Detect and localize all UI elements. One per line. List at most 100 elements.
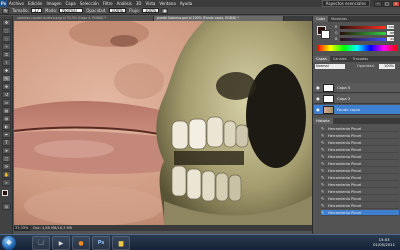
foreground-color-swatch[interactable] (2, 190, 8, 196)
tab-channels[interactable]: Canales (330, 56, 350, 62)
color-ramp[interactable] (317, 45, 397, 51)
history-row[interactable]: ✎ Herramienta Pincel (321, 161, 399, 167)
path-selection-tool-icon[interactable]: ➤ (2, 147, 11, 154)
green-track[interactable] (340, 31, 386, 35)
system-clock[interactable]: 15:03 01/05/2011 (373, 237, 395, 247)
lasso-tool-icon[interactable]: ◌ (2, 35, 11, 42)
menu-item[interactable]: Archivo (7, 0, 26, 7)
history-row[interactable]: ✎ Herramienta Pincel (321, 175, 399, 181)
brush-icon: ✎ (321, 203, 325, 208)
close-button[interactable]: × (392, 0, 400, 7)
red-value[interactable]: 246 (387, 25, 394, 29)
menu-item[interactable]: Ayuda (178, 0, 194, 7)
magic-wand-tool-icon[interactable]: ✧ (2, 43, 11, 50)
healing-tool-icon[interactable]: ✚ (2, 67, 11, 74)
blur-tool-icon[interactable]: ◍ (2, 115, 11, 122)
visibility-eye-icon[interactable]: ● (315, 107, 321, 113)
menu-item[interactable]: Ventana (157, 0, 177, 7)
hand-tool-icon[interactable]: ✋ (2, 171, 11, 178)
start-button[interactable]: ❖ (2, 236, 16, 250)
eraser-tool-icon[interactable]: ▭ (2, 99, 11, 106)
folder-icon[interactable]: ▆ (112, 236, 130, 250)
brush-icon: ✎ (321, 196, 325, 201)
flow-field[interactable]: 100% (141, 8, 160, 13)
brush-tool-icon[interactable]: ✎ (2, 75, 11, 82)
brush-icon: ✎ (321, 161, 325, 166)
tab-swatches[interactable]: Muestras (328, 16, 350, 22)
clone-stamp-tool-icon[interactable]: ⎈ (2, 83, 11, 90)
layer-opacity-field[interactable]: 100% (379, 64, 395, 69)
bg-color-chip[interactable] (321, 30, 330, 39)
dodge-tool-icon[interactable]: ◐ (2, 123, 11, 130)
history-row[interactable]: ✎ Herramienta Pincel (321, 154, 399, 160)
history-label: Herramienta Pincel (328, 175, 362, 180)
photoshop-icon[interactable]: Ps (92, 236, 110, 250)
marquee-tool-icon[interactable]: ⬚ (2, 27, 11, 34)
menu-item[interactable]: Análisis (115, 0, 134, 7)
menu-item[interactable]: Capa (64, 0, 78, 7)
mode-select[interactable]: Normal (59, 8, 84, 13)
history-row[interactable]: ✎ Herramienta Pincel (321, 182, 399, 188)
history-row[interactable]: ✎ Herramienta Pincel (321, 203, 399, 209)
size-field[interactable]: 17 (30, 8, 43, 13)
minimize-button[interactable]: – (374, 0, 382, 7)
history-row[interactable]: ✎ Herramienta Pincel (321, 133, 399, 139)
eyedropper-tool-icon[interactable]: ⌇ (2, 59, 11, 66)
type-tool-icon[interactable]: T (2, 139, 11, 146)
explorer-icon[interactable]: 🗔 (32, 236, 50, 250)
tab-history[interactable]: Historia (313, 118, 333, 124)
opacity-field[interactable]: 100% (108, 8, 127, 13)
menu-item[interactable]: Vista (143, 0, 157, 7)
zoom-tool-icon[interactable]: ⌕ (2, 179, 11, 186)
history-row[interactable]: ✎ Herramienta Pincel (321, 189, 399, 195)
blend-mode-select[interactable]: Normal (315, 64, 345, 69)
workspace-switcher[interactable]: Aspectos esenciales (321, 0, 370, 7)
pen-tool-icon[interactable]: ✒ (2, 131, 11, 138)
media-player-icon[interactable]: ▶ (52, 236, 70, 250)
history-row[interactable]: ✎ Herramienta Pincel (321, 210, 399, 216)
history-row[interactable]: ✎ Herramienta Pincel (321, 147, 399, 153)
history-label: Herramienta Pincel (328, 140, 362, 145)
move-tool-icon[interactable]: ✥ (2, 19, 11, 26)
color-panel-header: Color Muestras (313, 16, 400, 22)
tab-color[interactable]: Color (313, 16, 329, 22)
history-brush-tool-icon[interactable]: ↺ (2, 91, 11, 98)
firefox-icon[interactable]: ● (72, 236, 90, 250)
shape-tool-icon[interactable]: ▢ (2, 155, 11, 162)
document-canvas[interactable] (14, 21, 312, 225)
history-row[interactable]: ✎ Herramienta Pincel (321, 168, 399, 174)
blue-value[interactable]: 42 (387, 37, 394, 41)
menu-item[interactable]: Imagen (44, 0, 63, 7)
history-row[interactable]: ✎ Herramienta Pincel (321, 140, 399, 146)
history-panel-header: Historia (313, 118, 400, 124)
maximize-button[interactable]: □ (383, 0, 391, 7)
history-row[interactable]: ✎ Herramienta Pincel (321, 196, 399, 202)
layer-row[interactable]: ● Capa 5 (314, 83, 400, 93)
gradient-tool-icon[interactable]: ▤ (2, 107, 11, 114)
brush-preset-icon[interactable]: ✎ (2, 7, 9, 14)
history-row[interactable]: ✎ Herramienta Pincel (321, 126, 399, 132)
menu-item[interactable]: Edición (26, 0, 44, 7)
blue-track[interactable] (340, 37, 386, 41)
tab-paths[interactable]: Trazados (350, 56, 371, 62)
red-slider[interactable]: R 246 (335, 25, 395, 29)
airbrush-icon[interactable]: ◉ (161, 7, 169, 14)
green-value[interactable]: 88 (387, 31, 394, 35)
visibility-eye-icon[interactable]: ● (315, 85, 321, 91)
3d-rotate-tool-icon[interactable]: ⟳ (2, 163, 11, 170)
blue-slider[interactable]: B 42 (335, 37, 395, 41)
tab-layers[interactable]: Capas (313, 56, 330, 62)
menu-item[interactable]: Selección (78, 0, 101, 7)
windows-taskbar: ❖ 🗔 ▶ ● Ps ▆ 15:03 01/05/2011 (0, 234, 400, 250)
layer-row[interactable]: ● Capa 3 (314, 94, 400, 104)
menu-item[interactable]: Filtro (101, 0, 115, 7)
visibility-eye-icon[interactable]: ● (315, 96, 321, 102)
zoom-field[interactable]: 33,33% (14, 225, 30, 231)
quick-mask-icon[interactable]: ◎ (2, 203, 11, 210)
crop-tool-icon[interactable]: ⌗ (2, 51, 11, 58)
layer-name: Capa 5 (337, 85, 351, 90)
green-slider[interactable]: G 88 (335, 31, 395, 35)
layer-row[interactable]: ● Fondo copia (314, 105, 400, 115)
red-track[interactable] (340, 25, 386, 29)
menu-item[interactable]: 3D (134, 0, 144, 7)
